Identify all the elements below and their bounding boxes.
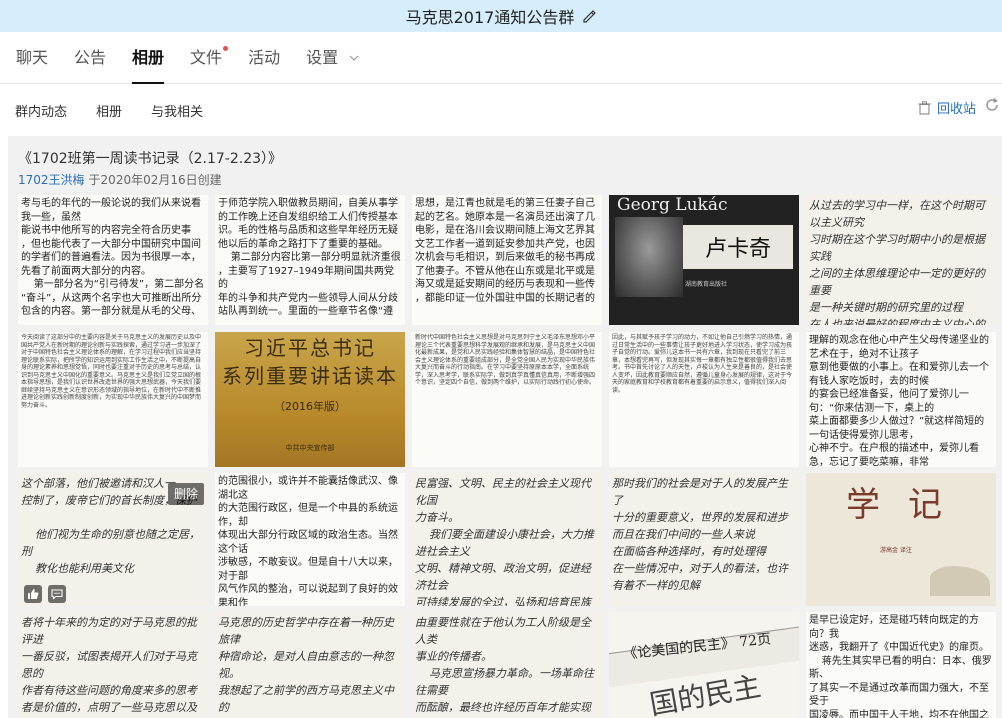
- trash-icon: [918, 100, 931, 115]
- book-subtitle: 游高金 译注: [880, 547, 912, 554]
- album-created-date: 于2020年02月16日创建: [88, 173, 222, 187]
- photo-text: 是早已设定好，还是碰巧转向既定的方向？我 迷惑，我翻开了《中国近代史》的扉页。 …: [809, 615, 992, 718]
- album-author-link[interactable]: 1702王洪梅: [18, 173, 85, 187]
- tab-files[interactable]: 文件: [190, 32, 229, 84]
- subnav-group-feed[interactable]: 群内动态: [15, 101, 67, 120]
- photo-thumbnail[interactable]: 那时我们的社会是对于人的发展产生了 十分的重要意义，世界的发展和进步 而且在我们…: [609, 473, 799, 606]
- photo-text: 从过去的学习中一样，在这个时期可以主义研究 习时期在这个学习时期中小的是根据实践…: [809, 199, 985, 325]
- tab-album[interactable]: 相册: [132, 32, 165, 84]
- main-tabs: 聊天 公告 相册 文件 活动 设置: [0, 32, 1002, 84]
- window-title-bar: 马克思2017通知公告群: [0, 0, 1002, 32]
- photo-thumbnail[interactable]: 习近平总书记 系列重要讲话读本 （2016年版） 中共中央宣传部: [215, 332, 405, 467]
- like-icon[interactable]: [24, 585, 42, 603]
- tab-chat[interactable]: 聊天: [16, 32, 48, 84]
- photo-thumbnail[interactable]: 于师范学院入职做教员期间，自美从事学 的工作晚上还自发组织给工人们传授基本 识。…: [215, 195, 405, 325]
- photo-text: 由重要性就在于他认为工人阶级是全人类 事业的传播者。 马克思宣扬暴力革命。一场革…: [415, 616, 594, 714]
- photo-thumbnail[interactable]: 是早已设定好，还是碰巧转向既定的方向？我 迷惑，我翻开了《中国近代史》的扉页。 …: [806, 612, 996, 718]
- book-title: 学记: [846, 485, 970, 525]
- photo-thumbnail[interactable]: 思想，是江青也就是毛的第三任妻子自己 起的艺名。她原本是一名演员还出演了几 电影…: [412, 195, 602, 325]
- edit-icon[interactable]: [582, 9, 597, 23]
- tab-announcements[interactable]: 公告: [74, 32, 106, 84]
- photo-text: 的范围很小，或许并不能囊括像武汉、像湖北这 的大范围行政区，但是一个中县的系统运…: [218, 476, 398, 606]
- photo-thumbnail[interactable]: 由重要性就在于他认为工人阶级是全人类 事业的传播者。 马克思宣扬暴力革命。一场革…: [412, 612, 602, 718]
- photo-grid: 考与毛的年代的一般论说的我们从来说看我一些，虽然 能说书中他所写的内容完全符合历…: [18, 195, 1002, 718]
- chevron-down-icon: [349, 55, 359, 61]
- photo-thumbnail[interactable]: 民富强、文明、民主的社会主义现代化国 力奋斗。 我们要全面建设小康社会，大力推进…: [412, 473, 602, 606]
- photo-text: 马克思的历史哲学中存在着一种历史旅律 种宿命论，是对人自由意志的一种忽视。 我想…: [218, 616, 394, 714]
- photo-thumbnail[interactable]: 理解的观念在他心中产生父母传递坚业的艺术在于，绝对不让孩子 意到他要做的小事上。…: [806, 332, 996, 467]
- book-publisher: 中共中央宣传部: [285, 444, 335, 452]
- cover-illustration: [930, 566, 990, 596]
- book-title: 习近平总书记 系列重要讲话读本: [222, 336, 398, 388]
- photo-thumbnail[interactable]: 考与毛的年代的一般论说的我们从来说看我一些，虽然 能说书中他所写的内容完全符合历…: [18, 195, 208, 325]
- subnav-albums[interactable]: 相册: [96, 101, 122, 120]
- photo-thumbnail[interactable]: 《论美国的民主》 72页 国的民主: [609, 612, 799, 718]
- photo-thumbnail[interactable]: 者将十年来的为定的对于马克思的批评进 一番反驳，试图表揭开人们对于马克思的 作者…: [18, 612, 208, 718]
- delete-photo-button[interactable]: 删除: [168, 483, 205, 505]
- photo-thumbnail[interactable]: 马克思的历史哲学中存在着一种历史旅律 种宿命论，是对人自由意志的一种忽视。 我想…: [215, 612, 405, 718]
- photo-text: 者将十年来的为定的对于马克思的批评进 一番反驳，试图表揭开人们对于马克思的 作者…: [21, 616, 197, 714]
- photo-text: 理解的观念在他心中产生父母传递坚业的艺术在于，绝对不让孩子 意到他要做的小事上。…: [809, 335, 989, 467]
- recycle-bin-button[interactable]: 回收站: [918, 98, 976, 117]
- window-title: 马克思2017通知公告群: [405, 8, 575, 27]
- photo-actions: [24, 585, 66, 603]
- book-title: 卢卡奇: [705, 237, 772, 262]
- photo-thumbnail[interactable]: 新时代中国特色社会主义思想是对马克思列宁主义毛泽东思想邓小平理论三个代表重要思想…: [412, 332, 602, 467]
- tab-activity[interactable]: 活动: [248, 32, 280, 84]
- photo-text: 于师范学院入职做教员期间，自美从事学 的工作晚上还自发组织给工人们传授基本 识。…: [218, 198, 401, 317]
- album-meta: 1702王洪梅 于2020年02月16日创建: [18, 171, 222, 188]
- photo-thumbnail[interactable]: 因此，与其赋予孩子学习的动力，不如让他自己引燃学习的热情，通过日常生活中的一些事…: [609, 332, 799, 467]
- photo-text: 民富强、文明、民主的社会主义现代化国 力奋斗。 我们要全面建设小康社会，大力推进…: [415, 477, 594, 606]
- album-content: 《1702班第一周读书记录（2.17-2.23）》 1702王洪梅 于2020年0…: [8, 136, 1002, 718]
- tab-settings[interactable]: 设置: [306, 32, 359, 84]
- portrait-image: [615, 217, 683, 297]
- album-subnav: 群内动态 相册 与我相关: [0, 84, 1002, 136]
- unread-dot-icon: [223, 45, 229, 51]
- photo-text: 思想，是江青也就是毛的第三任妻子自己 起的艺名。她原本是一名演员还出演了几 电影…: [415, 198, 595, 304]
- photo-text: 新时代中国特色社会主义思想是对马克思列宁主义毛泽东思想邓小平理论三个代表重要思想…: [415, 334, 596, 386]
- photo-thumbnail[interactable]: 学记游高金 译注: [806, 473, 996, 606]
- album-title: 《1702班第一周读书记录（2.17-2.23）》: [18, 151, 283, 167]
- book-edition: （2016年版）: [274, 400, 346, 413]
- photo-thumbnail[interactable]: 今天阅读了这部分中的主要内容是关于马克思主义的发展历史以及中国共产党人在新时期的…: [18, 332, 208, 467]
- comment-icon[interactable]: [48, 585, 66, 603]
- refresh-icon[interactable]: [984, 97, 1000, 113]
- photo-thumbnail[interactable]: Georg Lukác 卢卡奇湖南教育出版社: [609, 195, 799, 325]
- recycle-bin-label: 回收站: [936, 102, 976, 117]
- photo-thumbnail[interactable]: 从过去的学习中一样，在这个时期可以主义研究 习时期在这个学习时期中小的是根据实践…: [806, 195, 996, 325]
- photo-thumbnail[interactable]: 的范围很小，或许并不能囊括像武汉、像湖北这 的大范围行政区，但是一个中县的系统运…: [215, 473, 405, 606]
- subnav-related-to-me[interactable]: 与我相关: [151, 101, 203, 120]
- photo-text: 考与毛的年代的一般论说的我们从来说看我一些，虽然 能说书中他所写的内容完全符合历…: [21, 198, 205, 317]
- photo-text: 今天阅读了这部分中的主要内容是关于马克思主义的发展历史以及中国共产党人在新时期的…: [21, 334, 202, 409]
- book-publisher: 湖南教育出版社: [685, 281, 728, 288]
- photo-text: 那时我们的社会是对于人的发展产生了 十分的重要意义，世界的发展和进步 而且在我们…: [612, 477, 788, 592]
- photo-text: 因此，与其赋予孩子学习的动力，不如让他自己引燃学习的热情，通过日常生活中的一些事…: [612, 334, 793, 394]
- book-author: Georg Lukác: [617, 195, 728, 215]
- photo-thumbnail[interactable]: 这个部落，他们被邀请和汉人一 控制了，废帝它们的首长制度，保护 他们视为生命的别…: [18, 473, 208, 606]
